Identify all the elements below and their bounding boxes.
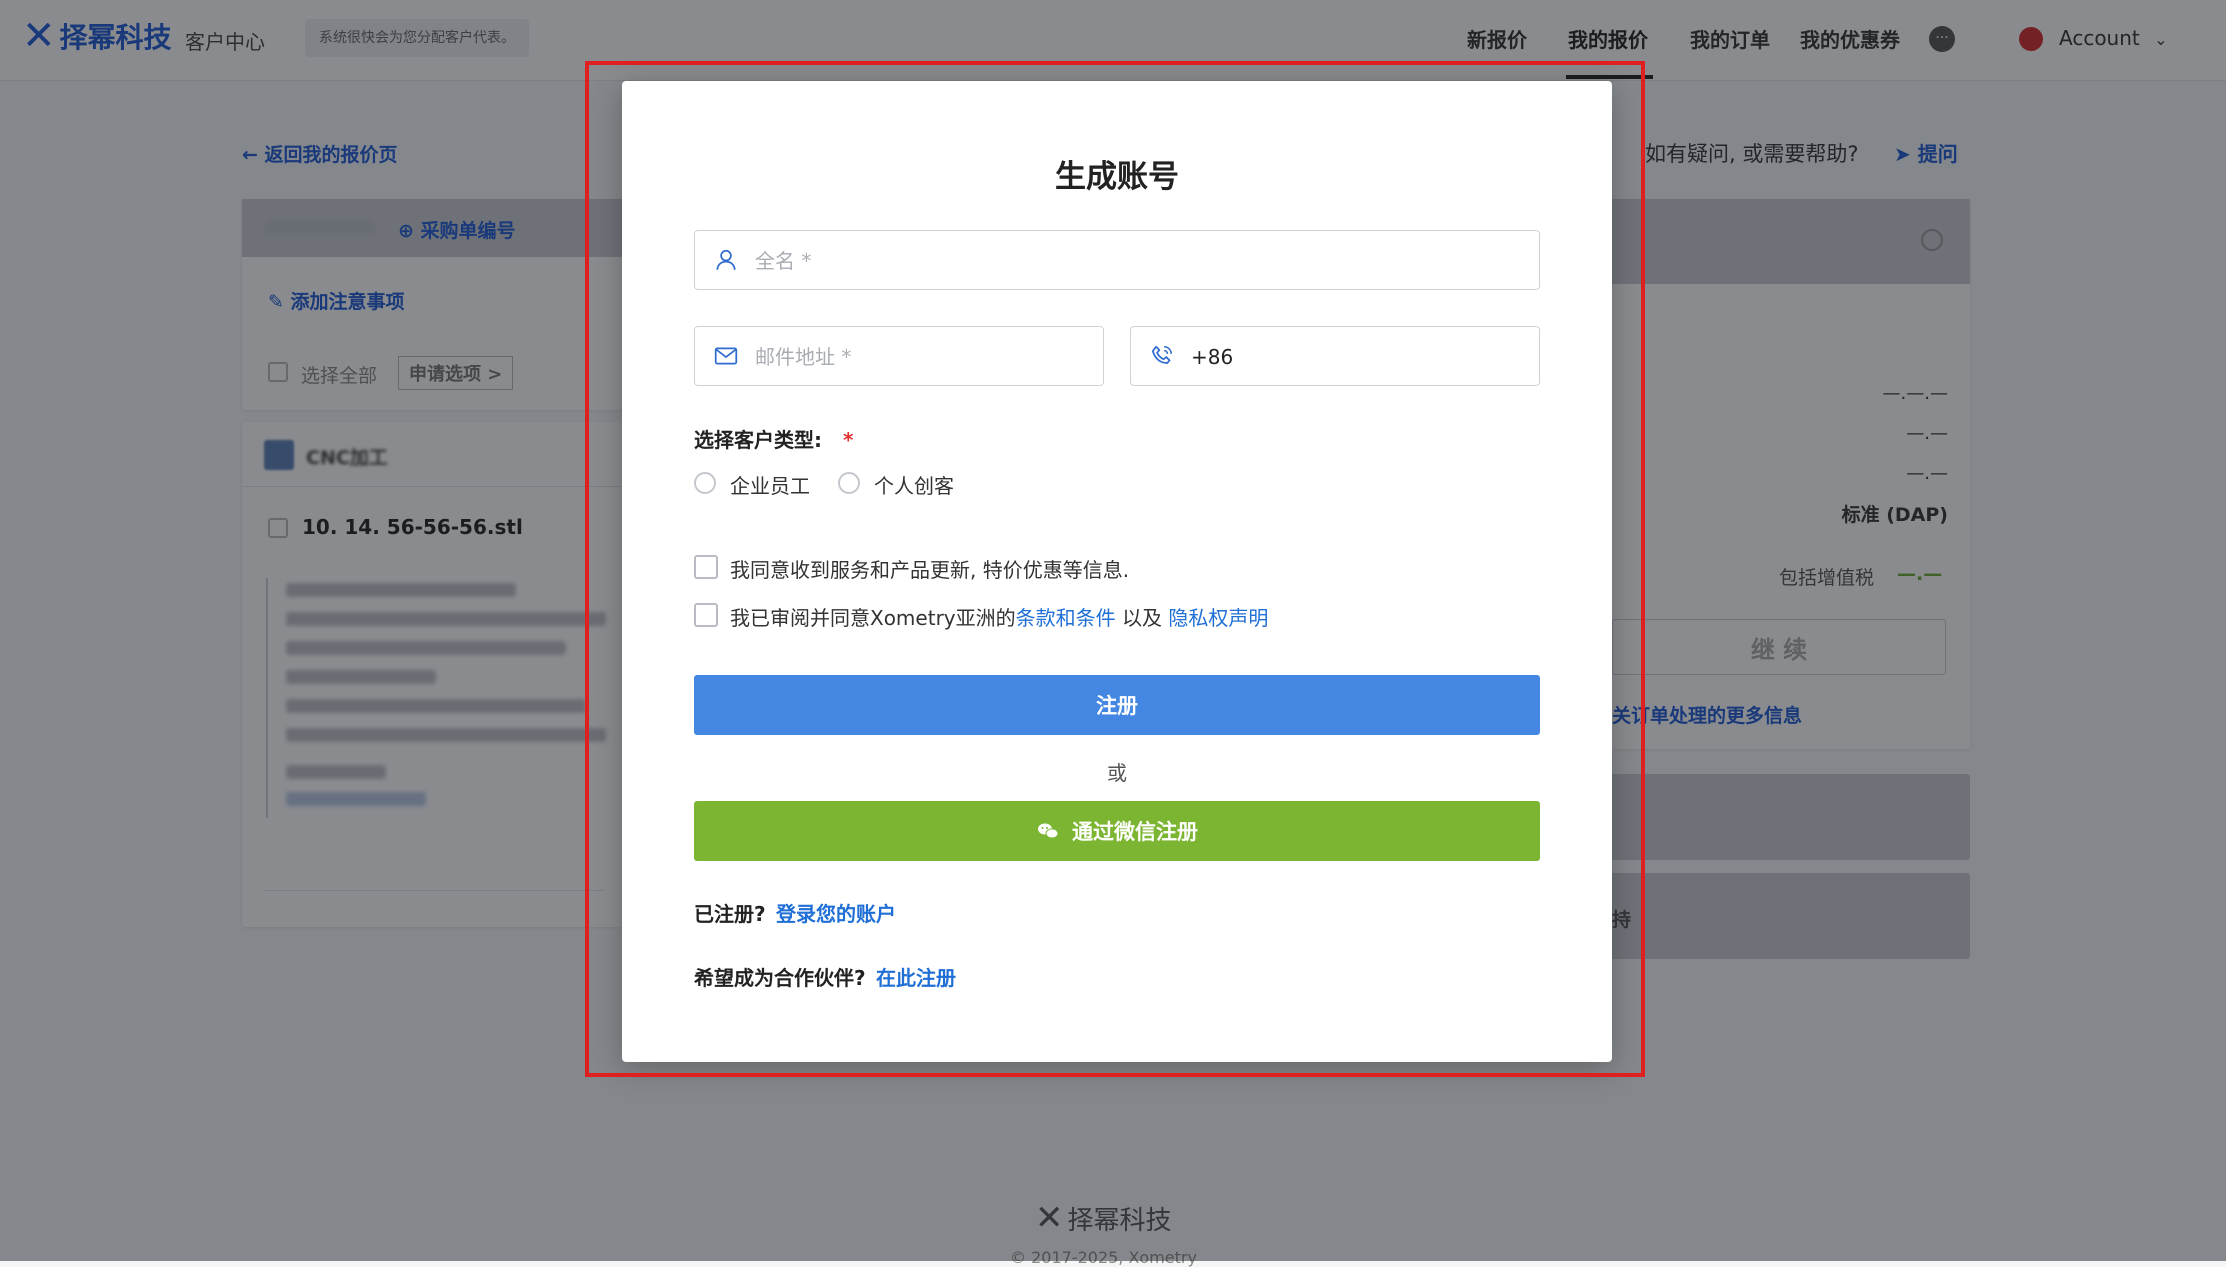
highlight-frame	[585, 61, 1645, 1077]
